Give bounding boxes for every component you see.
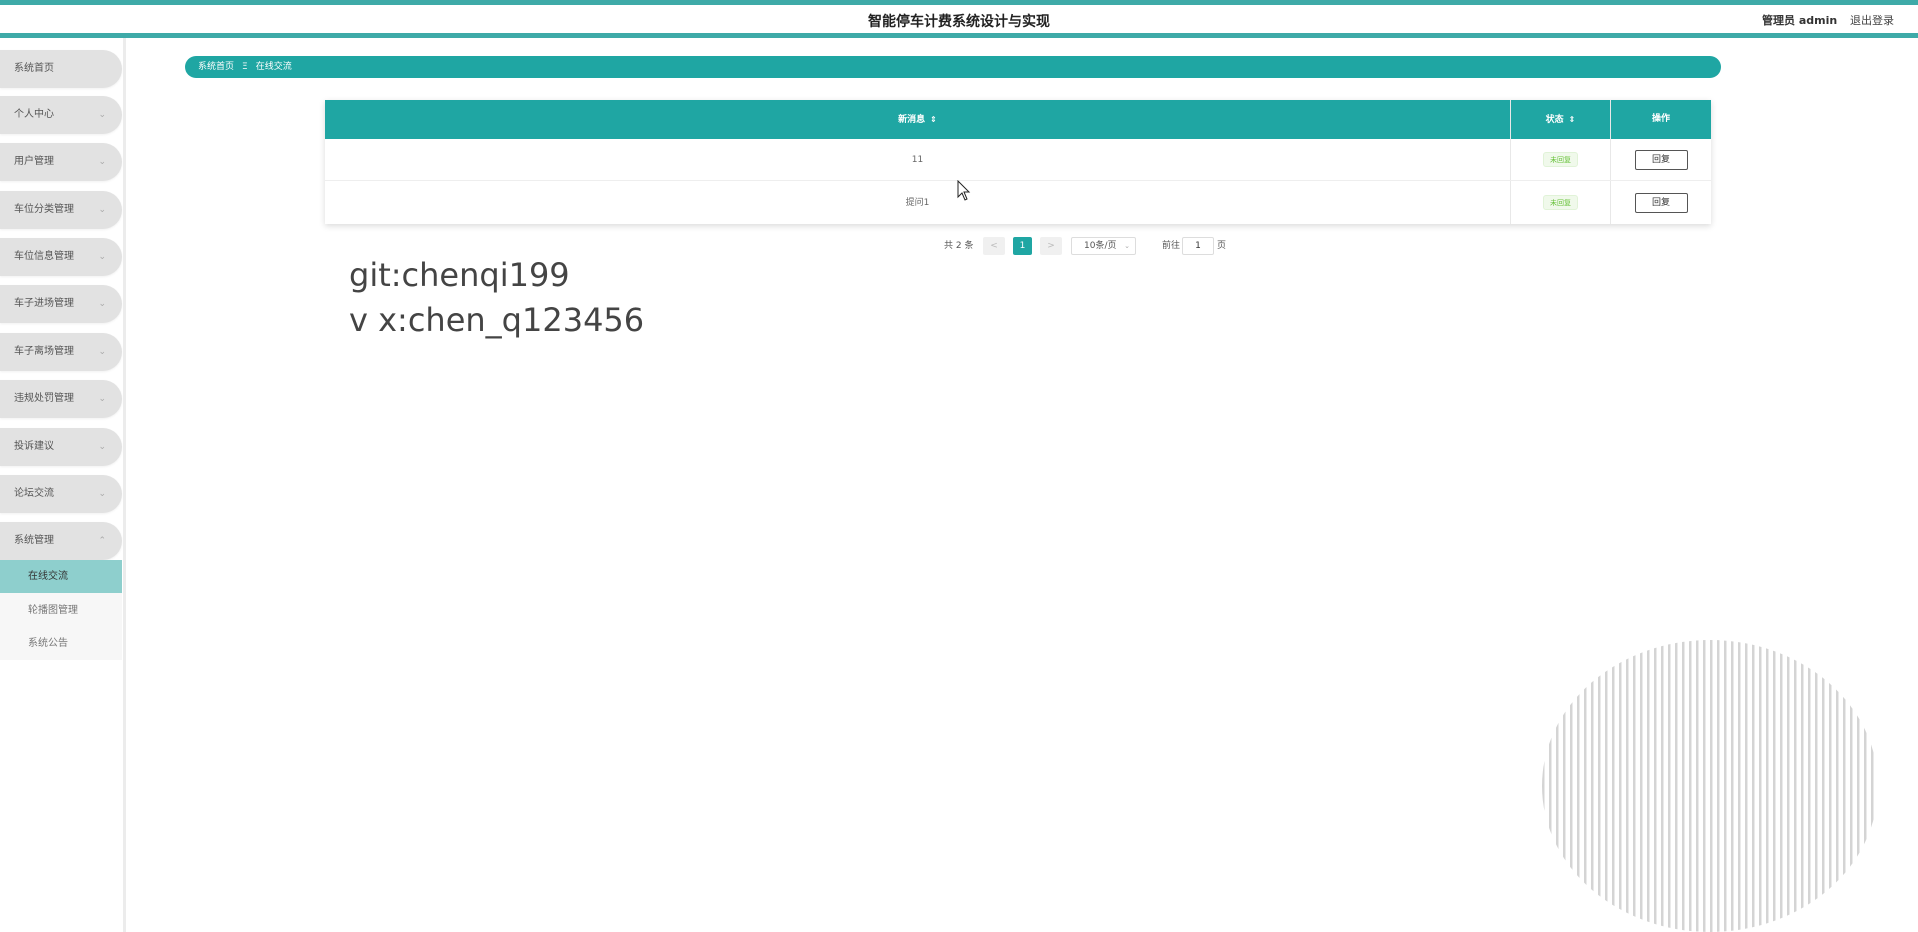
sidebar-item-label: 车子离场管理 [14, 346, 74, 357]
table-header: 新消息 ⇕ 状态 ⇕ 操作 [325, 100, 1711, 139]
next-page-button[interactable]: > [1040, 237, 1062, 255]
table-row: 11 未回复 回复 [325, 139, 1711, 181]
submenu-item-carousel[interactable]: 轮播图管理 [0, 594, 122, 627]
sort-icon[interactable]: ⇕ [1569, 115, 1576, 124]
cell-status: 未回复 [1511, 182, 1610, 224]
chevron-down-icon: ⌄ [98, 252, 106, 262]
current-user: 管理员 admin [1762, 14, 1838, 27]
breadcrumb-separator-icon: Ξ [242, 62, 248, 72]
column-header-message[interactable]: 新消息 ⇕ [325, 100, 1510, 139]
cell-action: 回复 [1611, 139, 1711, 181]
column-header-label: 状态 [1545, 115, 1564, 125]
chevron-up-icon: ⌃ [98, 536, 106, 546]
mouse-cursor-icon [957, 180, 971, 201]
breadcrumb: 系统首页 Ξ 在线交流 [185, 56, 1721, 78]
sidebar-item-complaints[interactable]: 投诉建议 ⌄ [0, 428, 122, 466]
sidebar-item-forum[interactable]: 论坛交流 ⌄ [0, 475, 122, 513]
watermark-line: v x:chen_q123456 [349, 301, 645, 339]
sidebar-item-car-exit[interactable]: 车子离场管理 ⌄ [0, 333, 122, 371]
table-row: 提问1 未回复 回复 [325, 182, 1711, 224]
status-badge: 未回复 [1543, 152, 1578, 167]
sidebar-item-system[interactable]: 系统管理 ⌃ [0, 522, 122, 560]
sidebar-item-home[interactable]: 系统首页 [0, 50, 122, 88]
sidebar-item-label: 系统管理 [14, 535, 54, 546]
chevron-down-icon: ⌄ [98, 489, 106, 499]
messages-table: 新消息 ⇕ 状态 ⇕ 操作 11 未回复 回复 提问1 未回复 回复 [325, 100, 1711, 224]
watermark-line: git:chenqi199 [349, 256, 570, 294]
cell-message: 11 [911, 155, 924, 165]
sidebar-item-label: 个人中心 [14, 109, 54, 120]
app-title: 智能停车计费系统设计与实现 [868, 14, 1050, 30]
goto-page-input[interactable] [1182, 237, 1214, 255]
decorative-striped-circle [1542, 640, 1874, 932]
system-submenu: 在线交流 轮播图管理 系统公告 [0, 560, 122, 660]
sidebar-item-space-info[interactable]: 车位信息管理 ⌄ [0, 238, 122, 276]
status-badge: 未回复 [1543, 195, 1578, 210]
chevron-down-icon: ⌄ [98, 205, 106, 215]
chevron-down-icon: ⌄ [98, 394, 106, 404]
chevron-down-icon: ⌄ [98, 157, 106, 167]
top-header: 智能停车计费系统设计与实现 管理员 admin 退出登录 [0, 0, 1918, 38]
page-size-value: 10条/页 [1084, 241, 1117, 251]
sidebar-item-users[interactable]: 用户管理 ⌄ [0, 143, 122, 181]
sidebar-item-label: 车位信息管理 [14, 251, 74, 262]
column-header-action: 操作 [1651, 114, 1670, 124]
page-suffix-label: 页 [1217, 241, 1227, 251]
goto-label: 前往 [1162, 241, 1181, 251]
sidebar-item-label: 论坛交流 [14, 488, 54, 499]
column-header-status[interactable]: 状态 ⇕ [1511, 100, 1610, 139]
chevron-down-icon: ⌄ [1124, 242, 1130, 250]
column-header-label: 新消息 [898, 115, 926, 125]
sidebar-item-car-entry[interactable]: 车子进场管理 ⌄ [0, 285, 122, 323]
cell-action: 回复 [1611, 182, 1711, 224]
breadcrumb-current: 在线交流 [255, 62, 292, 72]
cell-message: 提问1 [905, 198, 930, 208]
chevron-down-icon: ⌄ [98, 299, 106, 309]
sidebar-item-label: 车子进场管理 [14, 298, 74, 309]
sidebar-item-label: 车位分类管理 [14, 204, 74, 215]
cell-status: 未回复 [1511, 139, 1610, 181]
submenu-item-online-chat[interactable]: 在线交流 [0, 560, 122, 593]
sidebar: 系统首页 个人中心 ⌄ 用户管理 ⌄ 车位分类管理 ⌄ 车位信息管理 ⌄ 车子进场管理 ⌄… [0, 38, 126, 932]
sidebar-item-profile[interactable]: 个人中心 ⌄ [0, 96, 122, 134]
sidebar-item-violations[interactable]: 违规处罚管理 ⌄ [0, 380, 122, 418]
prev-page-button[interactable]: < [983, 237, 1005, 255]
chevron-down-icon: ⌄ [98, 347, 106, 357]
sidebar-item-label: 投诉建议 [14, 441, 54, 452]
reply-button[interactable]: 回复 [1634, 149, 1688, 170]
pagination-total: 共 2 条 [944, 241, 974, 251]
reply-button[interactable]: 回复 [1634, 192, 1688, 213]
sort-icon[interactable]: ⇕ [930, 115, 937, 124]
submenu-item-announcements[interactable]: 系统公告 [0, 627, 122, 660]
page-number-button[interactable]: 1 [1013, 237, 1032, 255]
chevron-down-icon: ⌄ [98, 110, 106, 120]
sidebar-item-label: 违规处罚管理 [14, 393, 74, 404]
page-size-select[interactable]: 10条/页 ⌄ [1071, 237, 1136, 255]
sidebar-item-space-category[interactable]: 车位分类管理 ⌄ [0, 191, 122, 229]
breadcrumb-home[interactable]: 系统首页 [198, 62, 234, 72]
chevron-down-icon: ⌄ [98, 442, 106, 452]
sidebar-item-label: 用户管理 [14, 156, 54, 167]
logout-link[interactable]: 退出登录 [1850, 12, 1894, 28]
sidebar-item-label: 系统首页 [14, 63, 54, 74]
